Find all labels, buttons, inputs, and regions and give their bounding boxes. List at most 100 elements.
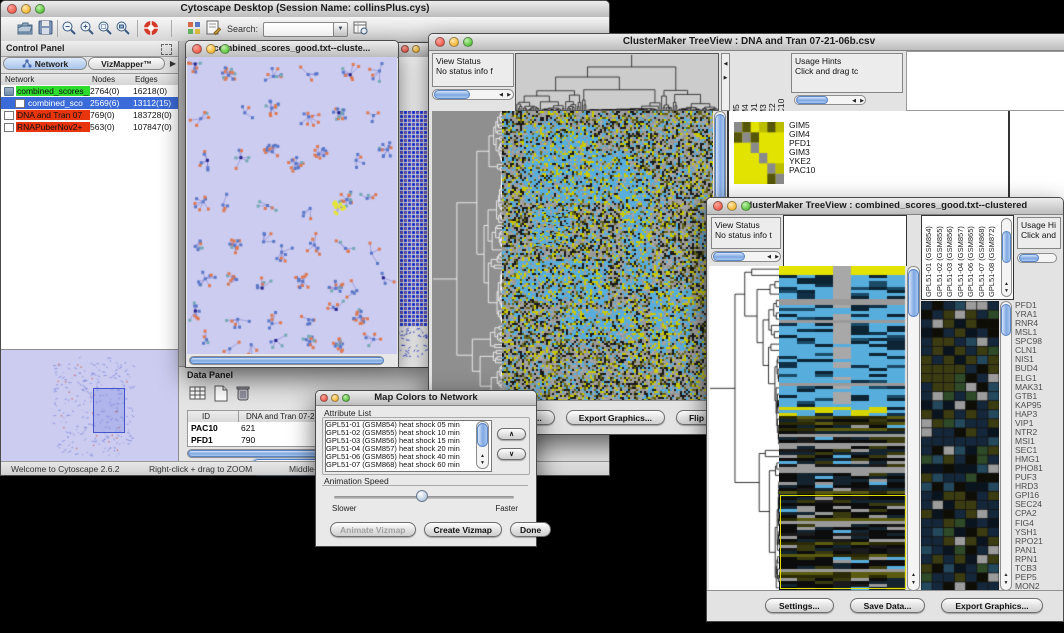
background-network-view[interactable] — [398, 57, 429, 367]
data-col-id[interactable]: ID — [202, 412, 210, 421]
help-lifering-icon[interactable] — [143, 20, 159, 36]
close-button[interactable] — [7, 4, 17, 14]
network-tree-list[interactable]: combined_scores_ 2764(0) 16218(0) combin… — [1, 85, 178, 349]
network-tree-row[interactable]: combined_sco 2569(6) 13112(15) — [1, 97, 178, 109]
tv2-header-hscrollbar[interactable]: ◀ ▶ — [711, 251, 781, 262]
tv2-row-dendrogram[interactable] — [709, 266, 779, 591]
vscroll-thumb[interactable] — [908, 269, 919, 317]
dialog-action-button[interactable]: Create Vizmap — [424, 522, 502, 537]
delete-attribute-trash-icon[interactable] — [235, 384, 251, 402]
attribute-list-vscrollbar[interactable]: ▲ ▼ — [476, 421, 489, 469]
zoom-button[interactable] — [342, 394, 350, 402]
scroll-up-icon[interactable]: ▲ — [1001, 573, 1011, 578]
vscroll-thumb[interactable] — [1001, 304, 1011, 336]
minimize-button[interactable] — [331, 394, 339, 402]
float-panel-icon[interactable] — [161, 44, 172, 55]
scroll-down-icon[interactable]: ▼ — [1001, 581, 1011, 586]
close-button[interactable] — [192, 44, 202, 54]
open-session-icon[interactable] — [17, 20, 34, 36]
dialog-titlebar[interactable]: Map Colors to Network — [316, 391, 536, 406]
zoom-selected-icon[interactable] — [97, 20, 113, 36]
tv2-usage-hscrollbar[interactable] — [1017, 253, 1057, 263]
tab-overflow-button[interactable]: ▶ — [170, 59, 176, 68]
minimize-button[interactable] — [449, 37, 459, 47]
close-button[interactable] — [401, 45, 409, 53]
hscroll-thumb[interactable] — [713, 252, 745, 261]
zoom-fit-icon[interactable] — [115, 20, 131, 36]
attribute-item[interactable]: GPL51-02 (GSM855) heat shock 10 min — [326, 429, 491, 437]
vscroll-thumb[interactable] — [715, 114, 725, 200]
save-session-icon[interactable] — [38, 20, 53, 36]
tv1-column-dendrogram[interactable] — [515, 53, 719, 111]
attribute-item[interactable]: GPL51-01 (GSM854) heat shock 05 min — [326, 421, 491, 429]
tab-network[interactable]: Network — [3, 57, 87, 70]
scroll-up-icon[interactable]: ▲ — [477, 454, 488, 459]
minimize-button[interactable] — [206, 44, 216, 54]
tv1-header-hscrollbar[interactable]: ◀ ▶ — [432, 89, 514, 100]
speed-slider-thumb[interactable] — [416, 490, 428, 502]
scroll-left-icon[interactable]: ◀ — [499, 92, 503, 98]
overview-viewport-rect[interactable] — [93, 388, 125, 433]
scroll-down-icon[interactable]: ▼ — [1002, 289, 1011, 294]
tv1-row-dendrogram[interactable] — [432, 111, 502, 401]
minimize-button[interactable] — [21, 4, 31, 14]
column-header-edges[interactable]: Edges — [135, 75, 158, 84]
zoom-button[interactable] — [220, 44, 230, 54]
search-input[interactable] — [263, 22, 335, 37]
vscroll-thumb[interactable] — [1002, 231, 1011, 263]
move-attribute-up-button[interactable]: ∧ — [497, 428, 526, 440]
birdseye-overview[interactable] — [1, 349, 178, 462]
network-hscroll-thumb[interactable] — [190, 357, 384, 364]
minimize-button[interactable] — [727, 201, 737, 211]
hscroll-thumb[interactable] — [1019, 254, 1039, 262]
window-controls[interactable] — [7, 4, 45, 14]
scroll-up-icon[interactable]: ▲ — [1002, 282, 1011, 287]
tv2-action-button[interactable]: Settings... — [765, 598, 834, 613]
scroll-left-icon[interactable]: ◀ — [852, 98, 856, 104]
treeview2-titlebar[interactable]: ClusterMaker TreeView : combined_scores_… — [707, 198, 1063, 215]
tv1-splitter-strip[interactable]: ◀ ▶ — [721, 53, 730, 111]
network-hscrollbar[interactable] — [189, 356, 384, 365]
zoom-in-icon[interactable] — [79, 20, 95, 36]
close-button[interactable] — [713, 201, 723, 211]
collapse-right-icon[interactable]: ▶ — [722, 76, 729, 81]
hscroll-thumb[interactable] — [796, 96, 828, 104]
column-header-nodes[interactable]: Nodes — [92, 75, 115, 84]
attribute-list[interactable]: GPL51-01 (GSM854) heat shock 05 minGPL51… — [325, 420, 492, 472]
search-options-icon[interactable] — [353, 20, 369, 36]
tv2-action-button[interactable]: Export Graphics... — [941, 598, 1042, 613]
zoom-out-icon[interactable] — [61, 20, 77, 36]
vizmap-colors-icon[interactable] — [187, 20, 202, 36]
attribute-item[interactable]: GPL51-06 (GSM865) heat shock 40 min — [326, 453, 491, 461]
attribute-item[interactable]: GPL51-07 (GSM868) heat shock 60 min — [326, 461, 491, 469]
column-header-network[interactable]: Network — [5, 75, 34, 84]
scroll-right-icon[interactable]: ▶ — [775, 254, 779, 260]
new-attribute-icon[interactable] — [213, 385, 229, 402]
tv1-usage-hscrollbar[interactable]: ◀ ▶ — [794, 95, 866, 105]
zoom-button[interactable] — [35, 4, 45, 14]
scroll-right-icon[interactable]: ▶ — [507, 92, 511, 98]
tv1-global-heatmap[interactable] — [502, 111, 713, 401]
network-tree-row[interactable]: DNA and Tran 07 769(0) 183728(0) — [1, 109, 178, 121]
vscroll-thumb[interactable] — [477, 423, 488, 447]
hscroll-thumb[interactable] — [434, 90, 470, 99]
network-view-titlebar[interactable]: combined_scores_good.txt--cluste... — [186, 41, 398, 58]
tv2-action-button[interactable]: Save Data... — [850, 598, 926, 613]
scroll-down-icon[interactable]: ▼ — [908, 581, 919, 586]
zoom-button[interactable] — [741, 201, 751, 211]
dialog-action-button[interactable]: Done — [510, 522, 551, 537]
treeview1-titlebar[interactable]: ClusterMaker TreeView : DNA and Tran 07-… — [429, 34, 1064, 51]
minimize-button[interactable] — [412, 45, 420, 53]
tab-vizmapper[interactable]: VizMapper™ — [88, 57, 165, 70]
scroll-up-icon[interactable]: ▲ — [908, 573, 919, 578]
attribute-item[interactable]: GPL51-04 (GSM857) heat shock 20 min — [326, 445, 491, 453]
network-graph-canvas[interactable] — [187, 57, 397, 354]
tv2-zoom-heatmap[interactable] — [921, 301, 999, 591]
network-canvas-area[interactable] — [187, 57, 397, 354]
tv2-vscrollbar[interactable]: ▲ ▼ — [907, 266, 920, 591]
scroll-left-icon[interactable]: ◀ — [767, 254, 771, 260]
collapse-left-icon[interactable]: ◀ — [722, 62, 729, 67]
zoom-button[interactable] — [463, 37, 473, 47]
close-button[interactable] — [435, 37, 445, 47]
close-button[interactable] — [320, 394, 328, 402]
